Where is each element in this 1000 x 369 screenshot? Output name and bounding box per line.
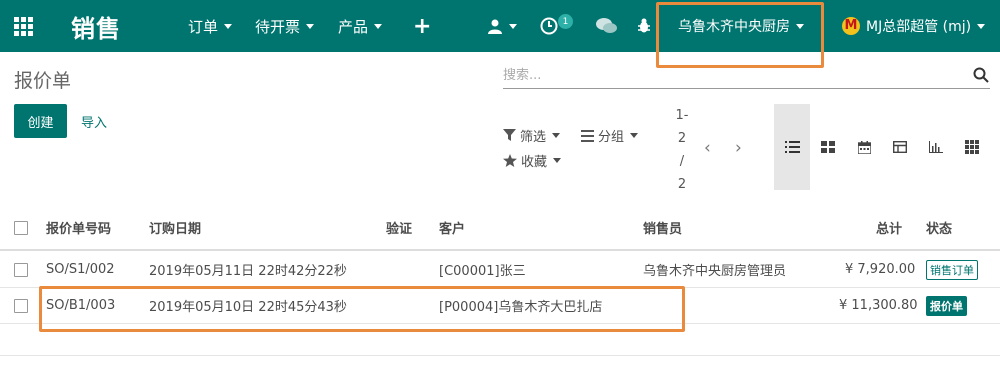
row-checkbox[interactable] (14, 263, 28, 277)
table-bottom-divider (0, 355, 1000, 356)
star-icon (503, 154, 517, 167)
quick-create-plus-icon[interactable]: + (413, 0, 431, 52)
chevron-down-icon (977, 23, 986, 29)
clock-icon (540, 17, 558, 35)
company-highlight-annotation (656, 2, 824, 68)
app-title: 销售 (71, 14, 121, 43)
pager-part: / (679, 154, 685, 169)
user-name: MJ总部超管 (mj) (866, 19, 972, 35)
column-header-customer[interactable]: 客户 (439, 205, 465, 249)
chat-bubbles-icon (596, 18, 617, 33)
kanban-view-icon[interactable] (810, 104, 846, 190)
row-checkbox[interactable] (14, 299, 28, 313)
status-badge: 报价单 (926, 288, 967, 323)
chevron-down-icon (553, 158, 562, 163)
list-view-icon[interactable] (774, 104, 810, 190)
chevron-down-icon (374, 23, 383, 29)
debug-bug-icon[interactable] (636, 0, 652, 52)
column-header-salesperson[interactable]: 销售员 (643, 205, 682, 249)
cell-total: ¥ 7,920.00 (845, 262, 916, 277)
table-header: 报价单号码 订购日期 验证 客户 销售员 总计 状态 (0, 205, 1000, 251)
discuss-chat-icon[interactable] (596, 0, 618, 52)
company-logo-icon: M (842, 17, 860, 35)
favorites-dropdown[interactable]: 收藏 (503, 151, 562, 170)
user-account-menu[interactable]: M MJ总部超管 (mj) (842, 0, 986, 52)
select-all-checkbox[interactable] (14, 221, 28, 235)
column-header-status[interactable]: 状态 (926, 205, 952, 249)
table-row[interactable]: SO/S1/002 2019年05月11日 22时42分22秒 [C00001]… (0, 252, 1000, 288)
pager-part: 2 (677, 131, 687, 146)
favorites-label: 收藏 (521, 155, 548, 170)
pager-value[interactable]: 1- 2 / 2 (672, 104, 692, 196)
filters-dropdown[interactable]: 筛选 (503, 126, 561, 145)
row-highlight-annotation (39, 286, 685, 332)
bug-icon (638, 18, 650, 33)
column-header-date[interactable]: 订购日期 (149, 205, 201, 249)
menu-orders-label: 订单 (188, 17, 219, 36)
activity-count-badge: 1 (558, 14, 573, 29)
list-bars-icon (581, 129, 594, 142)
pager-part: 1- (675, 108, 689, 123)
chevron-down-icon (306, 23, 315, 29)
cell-salesperson: 乌鲁木齐中央厨房管理员 (643, 264, 787, 279)
menu-to-invoice[interactable]: 待开票 (255, 0, 315, 52)
filters-label: 筛选 (520, 130, 547, 145)
apps-menu-icon[interactable] (14, 0, 33, 52)
page-title: 报价单 (14, 70, 72, 92)
chevron-down-icon (509, 23, 517, 29)
cell-date: 2019年05月11日 22时42分22秒 (149, 264, 347, 279)
group-by-dropdown[interactable]: 分组 (581, 126, 639, 145)
cell-customer: [C00001]张三 (439, 264, 526, 279)
chevron-down-icon (630, 133, 639, 138)
grid-view-icon[interactable] (954, 104, 990, 190)
cell-number: SO/S1/002 (46, 262, 115, 277)
menu-to-invoice-label: 待开票 (255, 17, 301, 36)
graph-view-icon[interactable] (918, 104, 954, 190)
create-button[interactable]: 创建 (14, 104, 67, 138)
menu-orders[interactable]: 订单 (188, 0, 233, 52)
menu-products[interactable]: 产品 (338, 0, 383, 52)
import-button[interactable]: 导入 (81, 112, 107, 131)
pivot-view-icon[interactable] (882, 104, 918, 190)
cell-total: ¥ 11,300.80 (839, 298, 918, 313)
chevron-down-icon (224, 23, 233, 29)
column-header-number[interactable]: 报价单号码 (46, 205, 111, 249)
filter-funnel-icon (503, 129, 516, 141)
pager-previous-icon[interactable]: ‹ (704, 138, 711, 158)
column-header-validity[interactable]: 验证 (386, 205, 412, 249)
calendar-view-icon[interactable] (846, 104, 882, 190)
pager-next-icon[interactable]: › (735, 138, 742, 158)
group-by-label: 分组 (598, 130, 625, 145)
search-icon[interactable] (973, 67, 989, 83)
person-icon (488, 19, 502, 34)
activity-clock-icon[interactable] (540, 0, 558, 52)
status-badge-label: 销售订单 (926, 259, 978, 280)
status-badge: 销售订单 (926, 252, 978, 287)
status-badge-label: 报价单 (926, 295, 967, 316)
pager-part: 2 (677, 177, 687, 192)
chevron-down-icon (552, 133, 561, 138)
menu-products-label: 产品 (338, 17, 369, 36)
column-header-total[interactable]: 总计 (876, 205, 902, 249)
top-navbar: 销售 订单 待开票 产品 + 1 乌鲁木齐中央厨房 M MJ总部超管 (mj) (0, 0, 1000, 52)
user-menu-icon[interactable] (487, 0, 517, 52)
